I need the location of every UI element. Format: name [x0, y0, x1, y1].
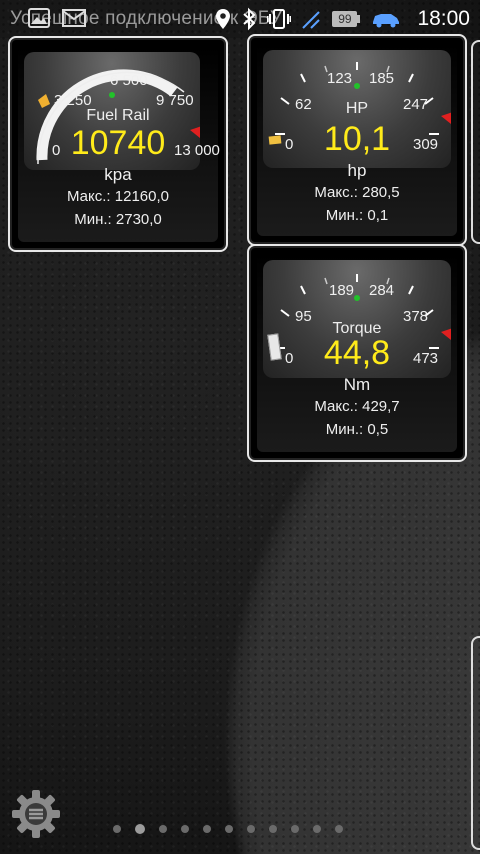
- min-marker: [38, 94, 50, 108]
- gauge-min: Мин.: 2730,0: [74, 211, 162, 228]
- tick-label: 284: [369, 282, 395, 299]
- battery-level: 99: [338, 12, 352, 26]
- gauge-name: HP: [345, 100, 369, 117]
- gauge-name: Fuel Rail: [86, 107, 150, 124]
- status-bar: Успешное подключение к ЭБУ 99 18:00: [0, 0, 480, 38]
- vibrate-icon: [267, 8, 292, 30]
- tick-label: 189: [329, 282, 355, 299]
- tick-label: 185: [369, 70, 395, 87]
- page-dot[interactable]: [291, 825, 299, 833]
- page-dot[interactable]: [203, 825, 211, 833]
- gauge-unit: Nm: [343, 375, 371, 394]
- gauge-min: Мин.: 0,5: [325, 421, 389, 438]
- page-dot[interactable]: [159, 825, 167, 833]
- target-dot: [354, 295, 360, 301]
- signal-icon: [301, 8, 321, 30]
- gauge-widget-fuel-rail[interactable]: 0 3 250 6 500 9 750 13 000 Fuel Rail 107…: [8, 36, 228, 252]
- page-dot[interactable]: [335, 825, 343, 833]
- clock: 18:00: [417, 7, 470, 30]
- settings-button[interactable]: [10, 788, 62, 840]
- mail-icon: [62, 8, 86, 33]
- gauge-max: Макс.: 429,7: [314, 398, 400, 415]
- offscreen-widget-edge: [471, 40, 480, 244]
- page-dot[interactable]: [225, 825, 233, 833]
- location-icon: [215, 8, 231, 30]
- gauge-widget-torque[interactable]: 0 95 189 284 378 473 Torque 44,8 Nm Макс…: [247, 244, 467, 462]
- battery-icon: 99: [331, 10, 361, 28]
- gauge-max: Макс.: 12160,0: [67, 188, 169, 205]
- tick-label: 6 500: [110, 72, 148, 89]
- gauge-max: Макс.: 280,5: [314, 184, 400, 201]
- gauge-unit: hp: [347, 161, 367, 180]
- offscreen-widget-edge: [471, 636, 480, 850]
- gauge-value: 44,8: [323, 334, 391, 372]
- tick-label: 123: [327, 70, 353, 87]
- gear-icon: [12, 790, 60, 838]
- target-dot: [109, 92, 115, 98]
- gauge-min: Мин.: 0,1: [325, 207, 389, 224]
- page-dot-active[interactable]: [135, 824, 145, 834]
- gauge-value: 10,1: [323, 120, 391, 158]
- page-dot[interactable]: [269, 825, 277, 833]
- car-icon: [371, 10, 401, 28]
- page-dot[interactable]: [181, 825, 189, 833]
- gauge-unit: kpa: [104, 165, 132, 184]
- page-dot[interactable]: [313, 825, 321, 833]
- page-dot[interactable]: [113, 825, 121, 833]
- target-dot: [354, 83, 360, 89]
- page-indicator[interactable]: [113, 824, 343, 834]
- gauge-value: 10740: [70, 124, 166, 162]
- page-dot[interactable]: [247, 825, 255, 833]
- image-icon: [28, 8, 50, 33]
- bluetooth-icon: [241, 7, 257, 31]
- gauge-widget-hp[interactable]: 0 62 123 185 247 309 HP 10,1 hp Макс.: 2…: [247, 34, 467, 246]
